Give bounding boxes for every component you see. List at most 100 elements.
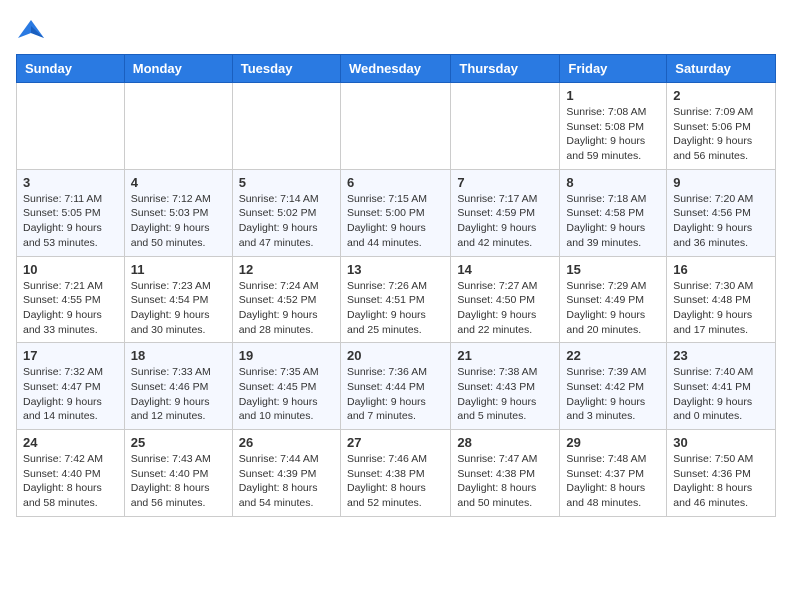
- day-info: Sunrise: 7:47 AM Sunset: 4:38 PM Dayligh…: [457, 452, 553, 511]
- day-number: 20: [347, 348, 444, 363]
- day-cell: 9 Sunrise: 7:20 AM Sunset: 4:56 PM Daylig…: [667, 169, 776, 256]
- day-cell: 2 Sunrise: 7:09 AM Sunset: 5:06 PM Daylig…: [667, 83, 776, 170]
- header-thursday: Thursday: [451, 55, 560, 83]
- day-cell: 28 Sunrise: 7:47 AM Sunset: 4:38 PM Dayli…: [451, 430, 560, 517]
- day-number: 4: [131, 175, 226, 190]
- day-info: Sunrise: 7:23 AM Sunset: 4:54 PM Dayligh…: [131, 279, 226, 338]
- header-sunday: Sunday: [17, 55, 125, 83]
- day-info: Sunrise: 7:15 AM Sunset: 5:00 PM Dayligh…: [347, 192, 444, 251]
- day-info: Sunrise: 7:46 AM Sunset: 4:38 PM Dayligh…: [347, 452, 444, 511]
- day-number: 10: [23, 262, 118, 277]
- day-number: 11: [131, 262, 226, 277]
- week-row-5: 24 Sunrise: 7:42 AM Sunset: 4:40 PM Dayli…: [17, 430, 776, 517]
- day-number: 18: [131, 348, 226, 363]
- day-number: 17: [23, 348, 118, 363]
- day-cell: 16 Sunrise: 7:30 AM Sunset: 4:48 PM Dayli…: [667, 256, 776, 343]
- day-info: Sunrise: 7:42 AM Sunset: 4:40 PM Dayligh…: [23, 452, 118, 511]
- day-info: Sunrise: 7:30 AM Sunset: 4:48 PM Dayligh…: [673, 279, 769, 338]
- day-number: 27: [347, 435, 444, 450]
- day-number: 24: [23, 435, 118, 450]
- day-cell: [340, 83, 450, 170]
- day-cell: 25Sunrise: 7:43 AM Sunset: 4:40 PM Dayli…: [124, 430, 232, 517]
- day-cell: 29 Sunrise: 7:48 AM Sunset: 4:37 PM Dayli…: [560, 430, 667, 517]
- day-info: Sunrise: 7:20 AM Sunset: 4:56 PM Dayligh…: [673, 192, 769, 251]
- logo-icon: [16, 16, 46, 46]
- week-row-3: 10Sunrise: 7:21 AM Sunset: 4:55 PM Dayli…: [17, 256, 776, 343]
- day-cell: 17 Sunrise: 7:32 AM Sunset: 4:47 PM Dayli…: [17, 343, 125, 430]
- day-number: 30: [673, 435, 769, 450]
- header-wednesday: Wednesday: [340, 55, 450, 83]
- day-cell: 27 Sunrise: 7:46 AM Sunset: 4:38 PM Dayli…: [340, 430, 450, 517]
- day-number: 7: [457, 175, 553, 190]
- day-number: 9: [673, 175, 769, 190]
- day-cell: 12 Sunrise: 7:24 AM Sunset: 4:52 PM Dayli…: [232, 256, 340, 343]
- day-info: Sunrise: 7:27 AM Sunset: 4:50 PM Dayligh…: [457, 279, 553, 338]
- day-cell: 21 Sunrise: 7:38 AM Sunset: 4:43 PM Dayli…: [451, 343, 560, 430]
- day-number: 2: [673, 88, 769, 103]
- day-cell: 18Sunrise: 7:33 AM Sunset: 4:46 PM Dayli…: [124, 343, 232, 430]
- day-cell: [124, 83, 232, 170]
- day-info: Sunrise: 7:14 AM Sunset: 5:02 PM Dayligh…: [239, 192, 334, 251]
- week-row-1: 1 Sunrise: 7:08 AM Sunset: 5:08 PM Daylig…: [17, 83, 776, 170]
- week-row-4: 17 Sunrise: 7:32 AM Sunset: 4:47 PM Dayli…: [17, 343, 776, 430]
- day-number: 5: [239, 175, 334, 190]
- day-number: 8: [566, 175, 660, 190]
- day-cell: 5 Sunrise: 7:14 AM Sunset: 5:02 PM Daylig…: [232, 169, 340, 256]
- day-number: 28: [457, 435, 553, 450]
- day-info: Sunrise: 7:48 AM Sunset: 4:37 PM Dayligh…: [566, 452, 660, 511]
- day-cell: 20 Sunrise: 7:36 AM Sunset: 4:44 PM Dayli…: [340, 343, 450, 430]
- day-info: Sunrise: 7:40 AM Sunset: 4:41 PM Dayligh…: [673, 365, 769, 424]
- day-number: 29: [566, 435, 660, 450]
- day-number: 21: [457, 348, 553, 363]
- calendar-table: SundayMondayTuesdayWednesdayThursdayFrid…: [16, 54, 776, 517]
- day-cell: 10Sunrise: 7:21 AM Sunset: 4:55 PM Dayli…: [17, 256, 125, 343]
- header-tuesday: Tuesday: [232, 55, 340, 83]
- day-cell: 8Sunrise: 7:18 AM Sunset: 4:58 PM Daylig…: [560, 169, 667, 256]
- day-cell: 7 Sunrise: 7:17 AM Sunset: 4:59 PM Daylig…: [451, 169, 560, 256]
- day-number: 13: [347, 262, 444, 277]
- day-info: Sunrise: 7:09 AM Sunset: 5:06 PM Dayligh…: [673, 105, 769, 164]
- day-info: Sunrise: 7:44 AM Sunset: 4:39 PM Dayligh…: [239, 452, 334, 511]
- day-info: Sunrise: 7:17 AM Sunset: 4:59 PM Dayligh…: [457, 192, 553, 251]
- day-number: 6: [347, 175, 444, 190]
- day-number: 26: [239, 435, 334, 450]
- header-monday: Monday: [124, 55, 232, 83]
- day-cell: 4 Sunrise: 7:12 AM Sunset: 5:03 PM Daylig…: [124, 169, 232, 256]
- day-number: 14: [457, 262, 553, 277]
- day-cell: [232, 83, 340, 170]
- day-number: 19: [239, 348, 334, 363]
- day-cell: 23 Sunrise: 7:40 AM Sunset: 4:41 PM Dayli…: [667, 343, 776, 430]
- calendar-header: SundayMondayTuesdayWednesdayThursdayFrid…: [17, 55, 776, 83]
- day-cell: 3Sunrise: 7:11 AM Sunset: 5:05 PM Daylig…: [17, 169, 125, 256]
- day-cell: [451, 83, 560, 170]
- day-cell: 30 Sunrise: 7:50 AM Sunset: 4:36 PM Dayli…: [667, 430, 776, 517]
- day-number: 1: [566, 88, 660, 103]
- day-cell: 13 Sunrise: 7:26 AM Sunset: 4:51 PM Dayli…: [340, 256, 450, 343]
- day-number: 15: [566, 262, 660, 277]
- day-cell: 24 Sunrise: 7:42 AM Sunset: 4:40 PM Dayli…: [17, 430, 125, 517]
- day-info: Sunrise: 7:36 AM Sunset: 4:44 PM Dayligh…: [347, 365, 444, 424]
- day-number: 3: [23, 175, 118, 190]
- day-info: Sunrise: 7:50 AM Sunset: 4:36 PM Dayligh…: [673, 452, 769, 511]
- day-cell: 1 Sunrise: 7:08 AM Sunset: 5:08 PM Daylig…: [560, 83, 667, 170]
- day-info: Sunrise: 7:32 AM Sunset: 4:47 PM Dayligh…: [23, 365, 118, 424]
- day-info: Sunrise: 7:35 AM Sunset: 4:45 PM Dayligh…: [239, 365, 334, 424]
- day-info: Sunrise: 7:08 AM Sunset: 5:08 PM Dayligh…: [566, 105, 660, 164]
- header-friday: Friday: [560, 55, 667, 83]
- day-info: Sunrise: 7:26 AM Sunset: 4:51 PM Dayligh…: [347, 279, 444, 338]
- day-cell: 19 Sunrise: 7:35 AM Sunset: 4:45 PM Dayli…: [232, 343, 340, 430]
- day-info: Sunrise: 7:24 AM Sunset: 4:52 PM Dayligh…: [239, 279, 334, 338]
- day-number: 25: [131, 435, 226, 450]
- day-cell: 26 Sunrise: 7:44 AM Sunset: 4:39 PM Dayli…: [232, 430, 340, 517]
- day-cell: 11 Sunrise: 7:23 AM Sunset: 4:54 PM Dayli…: [124, 256, 232, 343]
- day-cell: 14 Sunrise: 7:27 AM Sunset: 4:50 PM Dayli…: [451, 256, 560, 343]
- header: [16, 16, 776, 46]
- day-number: 23: [673, 348, 769, 363]
- day-info: Sunrise: 7:38 AM Sunset: 4:43 PM Dayligh…: [457, 365, 553, 424]
- day-number: 16: [673, 262, 769, 277]
- week-row-2: 3Sunrise: 7:11 AM Sunset: 5:05 PM Daylig…: [17, 169, 776, 256]
- day-number: 22: [566, 348, 660, 363]
- day-cell: 15Sunrise: 7:29 AM Sunset: 4:49 PM Dayli…: [560, 256, 667, 343]
- day-info: Sunrise: 7:12 AM Sunset: 5:03 PM Dayligh…: [131, 192, 226, 251]
- day-number: 12: [239, 262, 334, 277]
